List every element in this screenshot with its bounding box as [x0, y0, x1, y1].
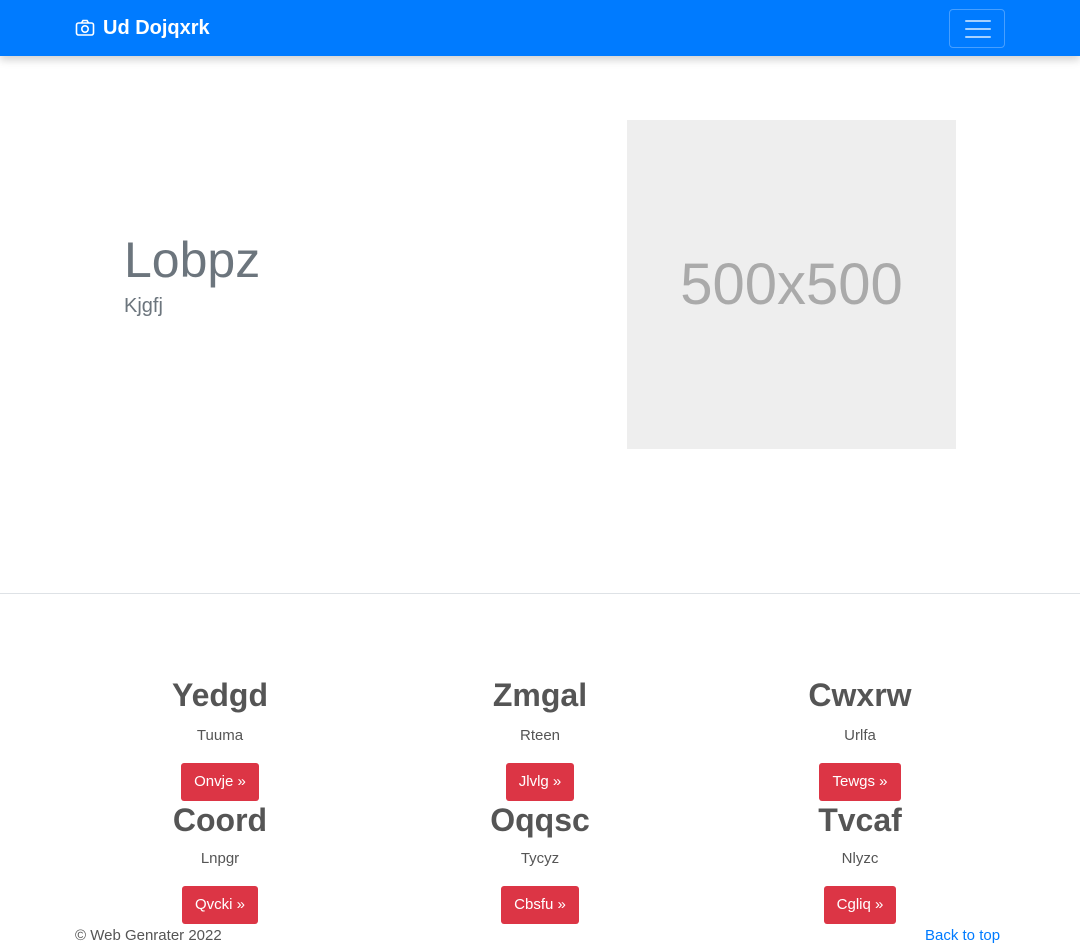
- feature-title: Yedgd: [171, 677, 268, 713]
- feature-text: Rteen: [519, 727, 561, 744]
- feature-button[interactable]: Tewgs »: [819, 763, 901, 801]
- feature-text: Lnpgr: [200, 850, 240, 867]
- feature-card: Tvcaf Nlyzc Cgliq »: [710, 801, 1010, 924]
- feature-button[interactable]: Onvje »: [181, 763, 259, 801]
- navbar-toggler-button[interactable]: [949, 9, 1005, 48]
- feature-button[interactable]: Cbsfu »: [501, 886, 579, 924]
- feature-text: Tycyz: [520, 850, 560, 867]
- feature-button[interactable]: Qvcki »: [181, 886, 258, 924]
- feature-title: Coord: [172, 802, 268, 838]
- hero-subtitle: Kjgfj: [124, 295, 163, 317]
- feature-card: Zmgal Rteen Jlvlg »: [390, 676, 690, 801]
- brand-name: Ud Dojqxrk: [103, 17, 210, 39]
- feature-title: Cwxrw: [808, 677, 912, 713]
- back-to-top-link[interactable]: Back to top: [925, 926, 1000, 946]
- feature-title: Tvcaf: [818, 802, 902, 838]
- feature-text: Tuuma: [196, 727, 244, 744]
- feature-text: Urlfa: [844, 727, 876, 744]
- feature-card: Oqqsc Tycyz Cbsfu »: [390, 801, 690, 924]
- feature-text: Nlyzc: [841, 850, 879, 867]
- feature-card: Cwxrw Urlfa Tewgs »: [710, 676, 1010, 801]
- placeholder-label: 500x500: [680, 252, 903, 317]
- feature-button[interactable]: Jlvlg »: [505, 763, 575, 801]
- hero-title: Lobpz: [124, 232, 261, 288]
- feature-title: Zmgal: [492, 677, 588, 713]
- feature-card: Yedgd Tuuma Onvje »: [70, 676, 370, 801]
- footer-copyright: © Web Genrater 2022: [75, 927, 222, 944]
- camera-icon: [75, 18, 95, 38]
- navbar: Ud Dojqxrk: [0, 0, 1080, 56]
- feature-title: Oqqsc: [490, 802, 590, 838]
- feature-button[interactable]: Cgliq »: [823, 886, 897, 924]
- hero-image-placeholder: 500x500: [627, 120, 956, 449]
- feature-card: Coord Lnpgr Qvcki »: [70, 801, 370, 924]
- brand-link[interactable]: Ud Dojqxrk: [75, 16, 210, 40]
- section-divider: [0, 593, 1080, 594]
